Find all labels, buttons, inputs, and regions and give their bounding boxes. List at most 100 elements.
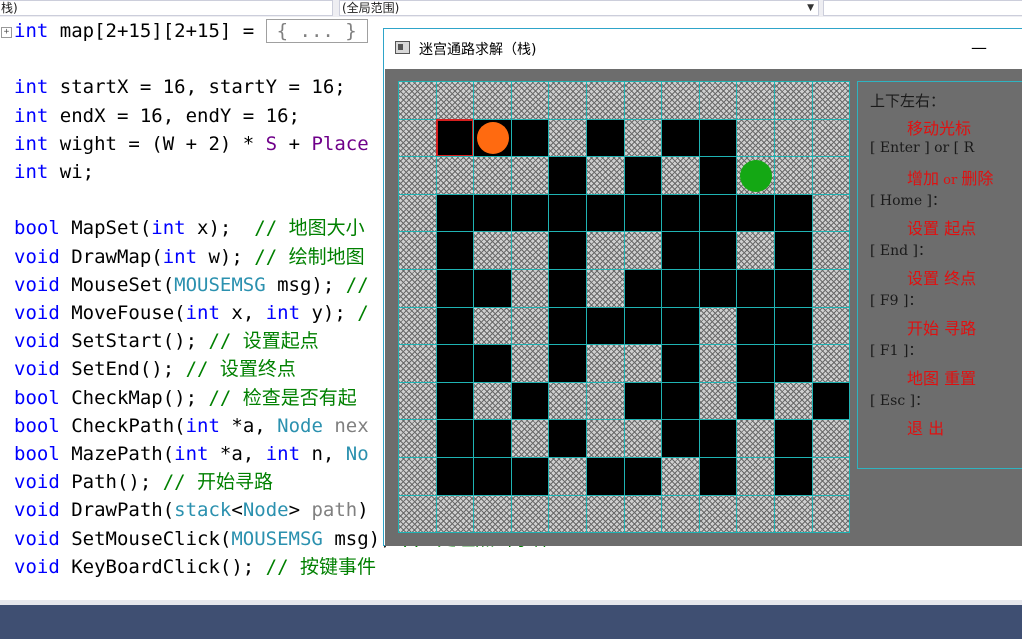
maze-wall-cell[interactable] <box>548 381 587 421</box>
maze-path-cell[interactable] <box>473 457 512 496</box>
maze-path-cell[interactable] <box>774 231 813 270</box>
maze-path-cell[interactable] <box>661 231 700 270</box>
maze-wall-cell[interactable] <box>736 494 775 534</box>
minimize-button[interactable]: — <box>964 35 994 61</box>
maze-path-cell[interactable] <box>473 344 512 383</box>
scope-dropdown-left[interactable]: 栈) <box>0 0 333 16</box>
maze-wall-cell[interactable] <box>398 344 437 383</box>
maze-wall-cell[interactable] <box>774 381 813 421</box>
maze-path-cell[interactable] <box>698 193 738 233</box>
maze-wall-cell[interactable] <box>698 306 738 346</box>
code-line[interactable]: bool CheckMap(); // 检查是否有起 <box>14 384 357 412</box>
maze-wall-cell[interactable] <box>774 494 813 534</box>
code-line[interactable]: void DrawMap(int w); // 绘制地图 <box>14 243 365 271</box>
code-line[interactable]: void DrawPath(stack<Node> path) <box>14 496 369 524</box>
maze-wall-cell[interactable] <box>510 269 550 308</box>
maze-wall-cell[interactable] <box>435 81 475 120</box>
maze-wall-cell[interactable] <box>398 381 437 421</box>
maze-wall-cell[interactable] <box>510 306 550 346</box>
maze-path-cell[interactable] <box>736 344 775 383</box>
maze-wall-cell[interactable] <box>473 81 512 120</box>
maze-wall-cell[interactable] <box>623 231 663 270</box>
maze-path-cell[interactable] <box>736 306 775 346</box>
window-titlebar[interactable]: 迷宫通路求解（栈) — <box>384 29 1022 69</box>
maze-path-cell[interactable] <box>811 381 851 421</box>
maze-path-cell[interactable] <box>698 118 738 158</box>
maze-wall-cell[interactable] <box>661 457 700 496</box>
maze-path-cell[interactable] <box>510 457 550 496</box>
code-line[interactable]: int endX = 16, endY = 16; <box>14 102 300 130</box>
maze-path-cell[interactable] <box>774 419 813 458</box>
maze-path-cell[interactable] <box>623 457 663 496</box>
maze-wall-cell[interactable] <box>548 457 587 496</box>
maze-wall-cell[interactable] <box>473 381 512 421</box>
maze-wall-cell[interactable] <box>811 193 851 233</box>
maze-wall-cell[interactable] <box>510 344 550 383</box>
maze-wall-cell[interactable] <box>586 81 625 120</box>
maze-wall-cell[interactable] <box>623 81 663 120</box>
maze-wall-cell[interactable] <box>811 306 851 346</box>
maze-path-cell[interactable] <box>623 193 663 233</box>
maze-wall-cell[interactable] <box>398 419 437 458</box>
maze-wall-cell[interactable] <box>698 381 738 421</box>
maze-wall-cell[interactable] <box>398 193 437 233</box>
maze-path-cell[interactable] <box>623 156 663 195</box>
maze-path-cell[interactable] <box>435 457 475 496</box>
code-line[interactable]: bool CheckPath(int *a, Node nex <box>14 412 369 440</box>
maze-path-cell[interactable] <box>774 193 813 233</box>
code-line[interactable]: void Path(); // 开始寻路 <box>14 468 273 496</box>
maze-wall-cell[interactable] <box>548 118 587 158</box>
maze-wall-cell[interactable] <box>435 156 475 195</box>
maze-path-cell[interactable] <box>510 118 550 158</box>
maze-path-cell[interactable] <box>510 381 550 421</box>
maze-wall-cell[interactable] <box>774 156 813 195</box>
maze-grid[interactable] <box>398 81 851 534</box>
code-line[interactable]: void MoveFouse(int x, int y); / <box>14 299 369 327</box>
maze-path-cell[interactable] <box>586 457 625 496</box>
maze-path-cell[interactable] <box>435 193 475 233</box>
maze-path-cell[interactable] <box>548 231 587 270</box>
maze-wall-cell[interactable] <box>473 306 512 346</box>
collapsed-region-box[interactable]: { ... } <box>265 19 368 43</box>
maze-path-cell[interactable] <box>623 269 663 308</box>
code-line[interactable]: int wight = (W + 2) * S + Place <box>14 130 369 158</box>
maze-path-cell[interactable] <box>586 306 625 346</box>
maze-path-cell[interactable] <box>774 269 813 308</box>
code-line[interactable]: void MouseSet(MOUSEMSG msg); // <box>14 271 369 299</box>
maze-path-cell[interactable] <box>661 118 700 158</box>
maze-path-cell[interactable] <box>548 419 587 458</box>
maze-path-cell[interactable] <box>435 306 475 346</box>
maze-path-cell[interactable] <box>661 306 700 346</box>
scope-dropdown-right[interactable]: (全局范围) ▼ <box>339 0 819 16</box>
maze-wall-cell[interactable] <box>736 81 775 120</box>
maze-wall-cell[interactable] <box>586 344 625 383</box>
maze-path-cell[interactable] <box>473 193 512 233</box>
maze-path-cell[interactable] <box>736 269 775 308</box>
maze-wall-cell[interactable] <box>510 156 550 195</box>
maze-path-cell[interactable] <box>548 156 587 195</box>
maze-path-cell[interactable] <box>548 306 587 346</box>
maze-path-cell[interactable] <box>736 193 775 233</box>
maze-path-cell[interactable] <box>623 306 663 346</box>
maze-wall-cell[interactable] <box>661 81 700 120</box>
maze-wall-cell[interactable] <box>398 494 437 534</box>
maze-wall-cell[interactable] <box>398 156 437 195</box>
maze-wall-cell[interactable] <box>586 156 625 195</box>
maze-path-cell[interactable] <box>548 193 587 233</box>
maze-wall-cell[interactable] <box>736 118 775 158</box>
maze-wall-cell[interactable] <box>623 118 663 158</box>
maze-path-cell[interactable] <box>586 118 625 158</box>
maze-wall-cell[interactable] <box>811 344 851 383</box>
maze-wall-cell[interactable] <box>811 457 851 496</box>
code-line[interactable]: int startX = 16, startY = 16; <box>14 73 346 101</box>
maze-wall-cell[interactable] <box>811 156 851 195</box>
code-line[interactable]: void KeyBoardClick(); // 按键事件 <box>14 553 376 581</box>
maze-path-cell[interactable] <box>661 269 700 308</box>
maze-wall-cell[interactable] <box>398 118 437 158</box>
maze-wall-cell[interactable] <box>736 419 775 458</box>
maze-path-cell[interactable] <box>435 381 475 421</box>
maze-wall-cell[interactable] <box>623 494 663 534</box>
maze-path-cell[interactable] <box>661 419 700 458</box>
maze-wall-cell[interactable] <box>548 81 587 120</box>
maze-path-cell[interactable] <box>510 193 550 233</box>
